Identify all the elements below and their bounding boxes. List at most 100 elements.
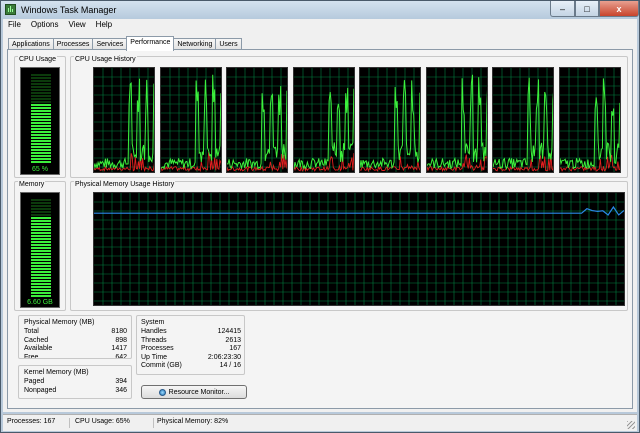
tab-container: Applications Processes Services Performa… <box>3 32 637 412</box>
meter-segment <box>31 131 51 133</box>
tab-strip: Applications Processes Services Performa… <box>8 36 242 51</box>
memory-history-group: Physical Memory Usage History <box>70 181 628 311</box>
meter-segment <box>31 116 51 118</box>
memory-history-graph <box>93 192 625 306</box>
meter-segment <box>31 83 51 85</box>
meter-segment <box>31 286 51 288</box>
cpu-core-graph <box>226 67 288 173</box>
meter-segment <box>31 143 51 145</box>
minimize-button[interactable]: – <box>550 1 575 17</box>
meter-segment <box>31 241 51 243</box>
meter-segment <box>31 295 51 297</box>
meter-segment <box>31 214 51 216</box>
meter-segment <box>31 250 51 252</box>
system-frame <box>136 315 245 375</box>
kernel-memory-frame <box>18 365 132 399</box>
close-button[interactable]: x <box>599 1 639 17</box>
meter-segment <box>31 226 51 228</box>
memory-meter: 6.60 GB <box>20 192 60 308</box>
maximize-button[interactable]: □ <box>575 1 599 17</box>
meter-segment <box>31 256 51 258</box>
meter-segment <box>31 199 51 201</box>
status-bar: Processes: 167 CPU Usage: 65% Physical M… <box>3 414 637 431</box>
meter-segment <box>31 262 51 264</box>
resource-monitor-label: Resource Monitor... <box>168 388 230 396</box>
window-title: Windows Task Manager <box>21 5 117 15</box>
resource-monitor-button[interactable]: Resource Monitor... <box>141 385 247 399</box>
meter-segment <box>31 110 51 112</box>
meter-segment <box>31 283 51 285</box>
cpu-meter-bars <box>31 74 51 164</box>
memory-value: 6.60 GB <box>27 299 53 306</box>
meter-segment <box>31 122 51 124</box>
meter-segment <box>31 280 51 282</box>
meter-segment <box>31 274 51 276</box>
tab-performance[interactable]: Performance <box>126 36 175 51</box>
meter-segment <box>31 155 51 157</box>
cpu-history-label: CPU Usage History <box>74 56 137 63</box>
meter-segment <box>31 223 51 225</box>
task-manager-icon <box>5 4 16 15</box>
meter-segment <box>31 125 51 127</box>
meter-segment <box>31 253 51 255</box>
meter-segment <box>31 235 51 237</box>
meter-segment <box>31 259 51 261</box>
menu-help[interactable]: Help <box>91 19 117 32</box>
menu-view[interactable]: View <box>63 19 90 32</box>
meter-segment <box>31 104 51 106</box>
meter-segment <box>31 86 51 88</box>
meter-segment <box>31 92 51 94</box>
meter-segment <box>31 146 51 148</box>
meter-segment <box>31 89 51 91</box>
meter-segment <box>31 271 51 273</box>
meter-segment <box>31 140 51 142</box>
meter-segment <box>31 232 51 234</box>
meter-segment <box>31 265 51 267</box>
cpu-core-graph <box>159 67 222 173</box>
meter-segment <box>31 277 51 279</box>
meter-segment <box>31 220 51 222</box>
meter-segment <box>31 238 51 240</box>
status-processes: Processes: 167 <box>3 418 70 428</box>
meter-segment <box>31 217 51 219</box>
cpu-usage-meter: 65 % <box>20 67 60 175</box>
meter-segment <box>31 208 51 210</box>
meter-segment <box>31 113 51 115</box>
meter-segment <box>31 119 51 121</box>
meter-segment <box>31 95 51 97</box>
meter-segment <box>31 244 51 246</box>
meter-segment <box>31 149 51 151</box>
memory-history-label: Physical Memory Usage History <box>74 181 176 188</box>
meter-segment <box>31 107 51 109</box>
status-cpu-usage: CPU Usage: 65% <box>71 418 154 428</box>
menu-bar: File Options View Help <box>3 19 637 32</box>
meter-segment <box>31 128 51 130</box>
cpu-usage-label: CPU Usage <box>18 56 57 63</box>
memory-label: Memory <box>18 181 46 188</box>
cpu-usage-group: CPU Usage 65 % <box>14 56 66 178</box>
resize-grip[interactable] <box>627 421 635 429</box>
memory-group: Memory 6.60 GB <box>14 181 66 311</box>
meter-segment <box>31 101 51 103</box>
cpu-core-graph <box>359 67 421 173</box>
meter-segment <box>31 289 51 291</box>
status-physical-memory: Physical Memory: 82% <box>157 418 229 425</box>
meter-segment <box>31 98 51 100</box>
meter-segment <box>31 137 51 139</box>
title-bar[interactable]: Windows Task Manager – □ x <box>1 1 639 19</box>
resource-monitor-icon <box>158 388 166 396</box>
meter-segment <box>31 229 51 231</box>
performance-panel: CPU Usage 65 % CPU Usage History Memory … <box>7 49 633 409</box>
cpu-core-graph <box>93 67 155 173</box>
task-manager-window: Windows Task Manager – □ x File Options … <box>0 0 640 433</box>
menu-file[interactable]: File <box>3 19 26 32</box>
menu-options[interactable]: Options <box>26 19 64 32</box>
cpu-usage-value: 65 % <box>32 166 48 173</box>
memory-meter-bars <box>31 199 51 298</box>
meter-segment <box>31 205 51 207</box>
cpu-core-graph <box>425 67 488 173</box>
meter-segment <box>31 292 51 294</box>
meter-segment <box>31 77 51 79</box>
meter-segment <box>31 158 51 160</box>
cpu-core-graph <box>558 67 621 173</box>
